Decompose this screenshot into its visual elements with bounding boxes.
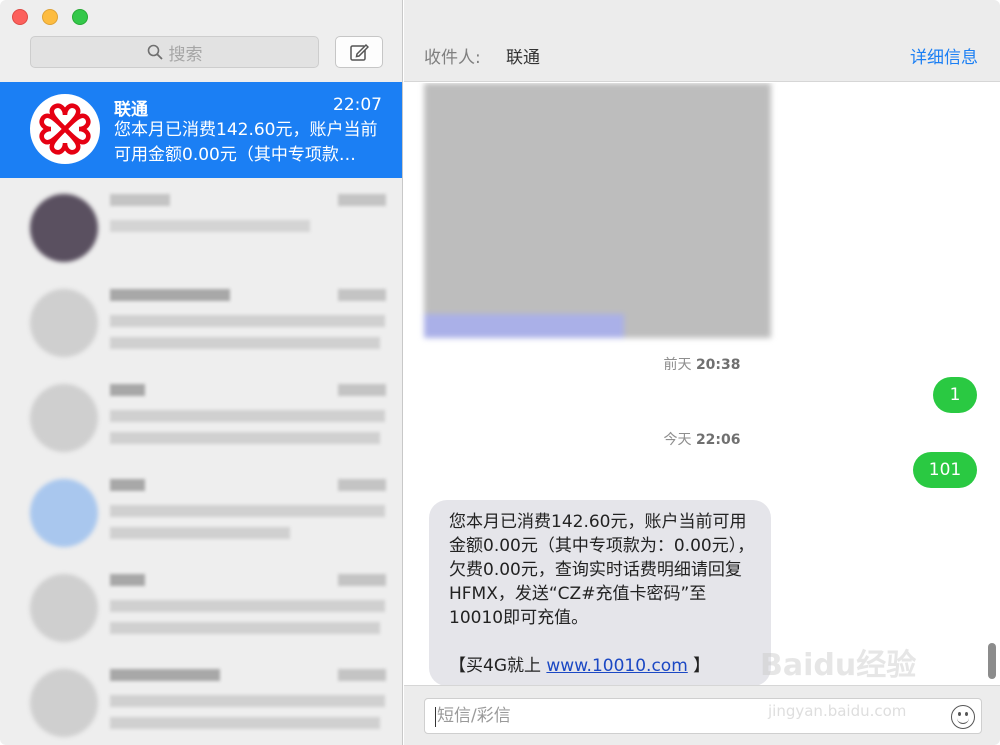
close-window-button[interactable] <box>12 9 28 25</box>
chat-transcript[interactable]: 前天 20:38 1 今天 22:06 101 您本月已消费142.60元，账户… <box>404 83 1000 685</box>
emoji-icon[interactable] <box>951 705 975 729</box>
conversation-name: 联通 <box>114 100 148 120</box>
timestamp: 前天 20:38 <box>404 354 1000 374</box>
conversation-header: 收件人: 联通 详细信息 <box>404 0 1000 82</box>
avatar <box>30 574 98 642</box>
conversation-item-blurred[interactable] <box>0 180 402 274</box>
message-promo: 【买4G就上 www.10010.com 】 <box>449 656 711 676</box>
message-text: 1 <box>949 385 961 405</box>
unicom-logo-avatar <box>30 94 100 164</box>
search-field[interactable]: 搜索 <box>30 36 319 68</box>
avatar <box>30 194 98 262</box>
timestamp: 今天 22:06 <box>404 429 1000 449</box>
compose-button[interactable] <box>335 36 383 68</box>
scrollbar-thumb[interactable] <box>988 643 996 679</box>
blurred-image-message[interactable] <box>424 83 771 338</box>
avatar <box>30 289 98 357</box>
conversation-time: 22:07 <box>333 95 382 115</box>
search-placeholder: 搜索 <box>168 44 203 65</box>
conversation-item-blurred[interactable] <box>0 370 402 464</box>
timestamp-day: 今天 <box>663 432 692 448</box>
recipient-label: 收件人: <box>424 48 481 68</box>
avatar <box>30 384 98 452</box>
timestamp-time: 20:38 <box>695 357 741 373</box>
conversation-item-blurred[interactable] <box>0 655 402 745</box>
message-text: 您本月已消费142.60元，账户当前可用金额0.00元（其中专项款为：0.00元… <box>449 512 755 628</box>
conversation-item-unicom[interactable]: 联通 22:07 您本月已消费142.60元，账户当前可用金额0.00元（其中专… <box>0 82 402 178</box>
conversation-item-blurred[interactable] <box>0 275 402 369</box>
avatar <box>30 479 98 547</box>
message-link[interactable]: www.10010.com <box>546 656 687 676</box>
search-icon <box>147 44 163 60</box>
message-text: 101 <box>928 460 962 480</box>
timestamp-day: 前天 <box>663 357 692 373</box>
conversation-item-blurred[interactable] <box>0 465 402 559</box>
conversation-item-blurred[interactable] <box>0 560 402 654</box>
baidu-watermark-url: jingyan.baidu.com <box>768 702 907 720</box>
compose-icon <box>350 43 369 61</box>
sidebar: 搜索 联通 22:07 您本月已消费142.60元，账户当前可用金额0.00元（… <box>0 0 403 745</box>
recipient-name[interactable]: 联通 <box>506 43 540 68</box>
message-input-placeholder: 短信/彩信 <box>437 706 511 726</box>
conversation-preview: 您本月已消费142.60元，账户当前可用金额0.00元（其中专项款… <box>114 120 378 165</box>
timestamp-time: 22:06 <box>695 432 741 448</box>
minimize-window-button[interactable] <box>42 9 58 25</box>
baidu-watermark: Baidu经验 <box>760 648 917 683</box>
details-link[interactable]: 详细信息 <box>910 43 978 68</box>
avatar <box>30 669 98 737</box>
messages-window: 搜索 联通 22:07 您本月已消费142.60元，账户当前可用金额0.00元（… <box>0 0 1000 745</box>
outgoing-message[interactable]: 101 <box>913 452 977 488</box>
incoming-message[interactable]: 您本月已消费142.60元，账户当前可用金额0.00元（其中专项款为：0.00元… <box>429 500 771 685</box>
outgoing-message[interactable]: 1 <box>933 377 977 413</box>
zoom-window-button[interactable] <box>72 9 88 25</box>
input-bar: 短信/彩信 <box>404 685 1000 745</box>
